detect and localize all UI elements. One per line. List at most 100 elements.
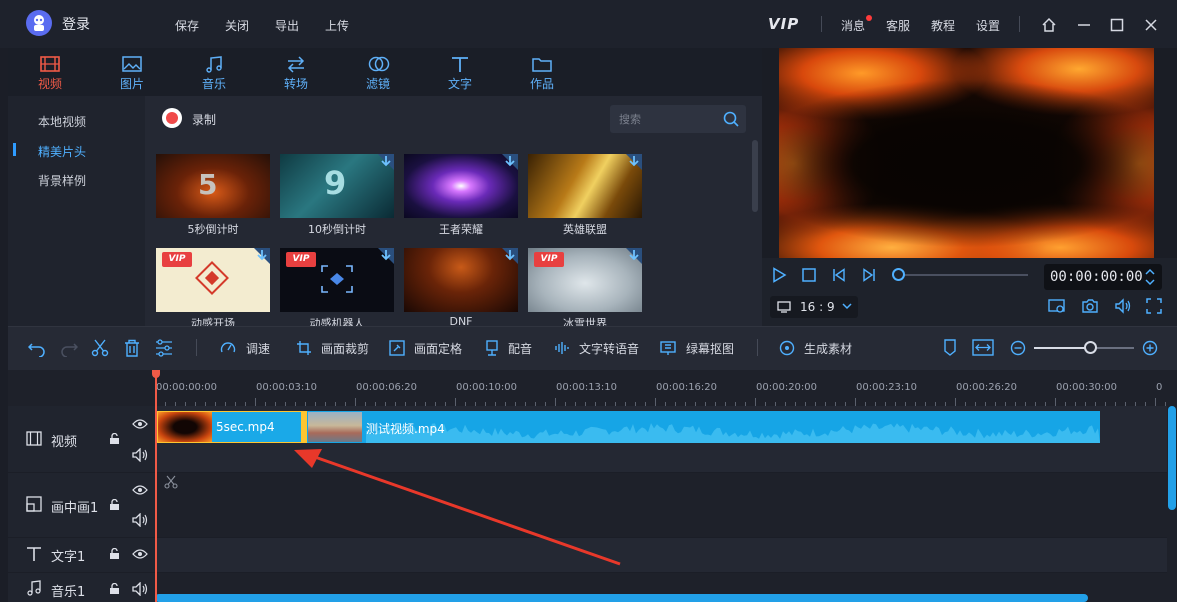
- volume-icon[interactable]: [1114, 298, 1132, 314]
- freeze-frame-icon[interactable]: [389, 340, 405, 356]
- eye-icon[interactable]: [132, 484, 148, 496]
- timeline-horizontal-scrollbar[interactable]: [155, 594, 1088, 602]
- category-backgrounds[interactable]: 背景样例: [38, 172, 86, 189]
- thumbnail[interactable]: 9: [280, 154, 394, 218]
- maximize-icon[interactable]: [1109, 17, 1125, 33]
- settings-menu[interactable]: 设置: [976, 17, 1000, 34]
- playback-progress-track[interactable]: [896, 274, 1028, 276]
- category-intros[interactable]: 精美片头: [38, 143, 86, 160]
- audio-icon[interactable]: [132, 582, 148, 596]
- scissors-icon[interactable]: [91, 339, 109, 357]
- home-icon[interactable]: [1041, 17, 1057, 33]
- minimize-icon[interactable]: [1076, 17, 1092, 33]
- generate-asset-button[interactable]: 生成素材: [804, 340, 852, 357]
- timecode-stepper-icon[interactable]: [1144, 267, 1156, 287]
- download-icon[interactable]: [256, 249, 268, 261]
- tab-works[interactable]: 作品: [514, 56, 570, 94]
- clip-trim-handle[interactable]: [301, 411, 307, 443]
- tab-filter[interactable]: 滤镜: [350, 56, 406, 94]
- divider: [757, 339, 758, 356]
- download-icon[interactable]: [380, 155, 392, 167]
- camera-icon[interactable]: [1081, 298, 1099, 314]
- tab-text[interactable]: 文字: [432, 56, 488, 94]
- undo-icon[interactable]: [28, 339, 46, 357]
- audio-icon[interactable]: [132, 513, 148, 527]
- save-menu[interactable]: 保存: [175, 17, 199, 34]
- dubbing-icon[interactable]: [484, 340, 500, 356]
- next-frame-icon[interactable]: [862, 268, 876, 282]
- stop-icon[interactable]: [802, 268, 816, 282]
- redo-icon[interactable]: [60, 339, 78, 357]
- speed-icon[interactable]: [220, 340, 236, 356]
- dubbing-button[interactable]: 配音: [508, 340, 532, 357]
- thumbnail[interactable]: [404, 248, 518, 312]
- login-button[interactable]: 登录: [62, 14, 90, 34]
- eye-icon[interactable]: [132, 548, 148, 560]
- generate-asset-icon[interactable]: [779, 340, 795, 356]
- eye-icon[interactable]: [132, 418, 148, 430]
- video-preview[interactable]: [779, 48, 1154, 258]
- tutorial-menu[interactable]: 教程: [931, 17, 955, 34]
- green-screen-button[interactable]: 绿幕抠图: [686, 340, 734, 357]
- crop-icon[interactable]: [296, 340, 312, 356]
- delete-icon[interactable]: [123, 339, 141, 357]
- upload-menu[interactable]: 上传: [325, 17, 349, 34]
- picture-in-picture-icon[interactable]: [1048, 298, 1066, 314]
- text-to-speech-icon[interactable]: [554, 340, 572, 356]
- tab-video[interactable]: 视频: [22, 56, 78, 94]
- ruler-tick-label: 00:00:20:00: [756, 382, 818, 393]
- zoom-in-icon[interactable]: [1142, 340, 1158, 356]
- close-icon[interactable]: [1143, 17, 1159, 33]
- text-to-speech-button[interactable]: 文字转语音: [579, 340, 639, 357]
- download-icon[interactable]: [504, 155, 516, 167]
- download-icon[interactable]: [628, 249, 640, 261]
- crop-button[interactable]: 画面裁剪: [321, 340, 369, 357]
- vip-button[interactable]: VIP: [768, 15, 799, 33]
- lock-icon[interactable]: [109, 548, 120, 560]
- ruler-tick-label: 00:00:23:10: [856, 382, 918, 393]
- thumbnail[interactable]: 5: [156, 154, 270, 218]
- download-icon[interactable]: [628, 155, 640, 167]
- lock-icon[interactable]: [109, 583, 120, 595]
- download-icon[interactable]: [504, 249, 516, 261]
- playback-progress-knob[interactable]: [892, 268, 905, 281]
- previous-frame-icon[interactable]: [832, 268, 846, 282]
- freeze-frame-button[interactable]: 画面定格: [414, 340, 462, 357]
- audio-icon[interactable]: [132, 448, 148, 462]
- thumbnail[interactable]: [528, 154, 642, 218]
- marker-icon[interactable]: [943, 339, 957, 356]
- export-menu[interactable]: 导出: [275, 17, 299, 34]
- support-menu[interactable]: 客服: [886, 17, 910, 34]
- lock-icon[interactable]: [109, 433, 120, 445]
- thumbnail[interactable]: VIP: [528, 248, 642, 312]
- vip-badge: VIP: [162, 252, 192, 267]
- adjust-icon[interactable]: [155, 339, 173, 357]
- playhead[interactable]: [155, 370, 157, 602]
- zoom-out-icon[interactable]: [1010, 340, 1026, 356]
- tab-image[interactable]: 图片: [104, 56, 160, 94]
- download-icon[interactable]: [380, 249, 392, 261]
- record-icon[interactable]: [162, 108, 182, 128]
- category-local-video[interactable]: 本地视频: [38, 113, 86, 130]
- search-icon[interactable]: [722, 110, 740, 128]
- record-label[interactable]: 录制: [192, 111, 216, 128]
- play-icon[interactable]: [771, 267, 787, 283]
- scrollbar[interactable]: [752, 140, 758, 212]
- green-screen-icon[interactable]: [660, 340, 676, 356]
- fit-timeline-icon[interactable]: [972, 339, 994, 356]
- thumbnail[interactable]: VIP: [156, 248, 270, 312]
- speed-button[interactable]: 调速: [246, 340, 270, 357]
- timeline-vertical-scrollbar[interactable]: [1168, 406, 1176, 510]
- lock-icon[interactable]: [109, 499, 120, 511]
- thumbnail[interactable]: VIP: [280, 248, 394, 312]
- tab-music[interactable]: 音乐: [186, 56, 242, 94]
- fullscreen-icon[interactable]: [1146, 298, 1162, 314]
- thumbnail[interactable]: [404, 154, 518, 218]
- playhead-handle[interactable]: [152, 370, 160, 378]
- tab-transition[interactable]: 转场: [268, 56, 324, 94]
- messages-menu[interactable]: 消息: [841, 17, 865, 34]
- close-menu[interactable]: 关闭: [225, 17, 249, 34]
- zoom-slider-knob[interactable]: [1084, 341, 1097, 354]
- filter-icon: [368, 56, 390, 73]
- tab-label: 作品: [529, 77, 554, 91]
